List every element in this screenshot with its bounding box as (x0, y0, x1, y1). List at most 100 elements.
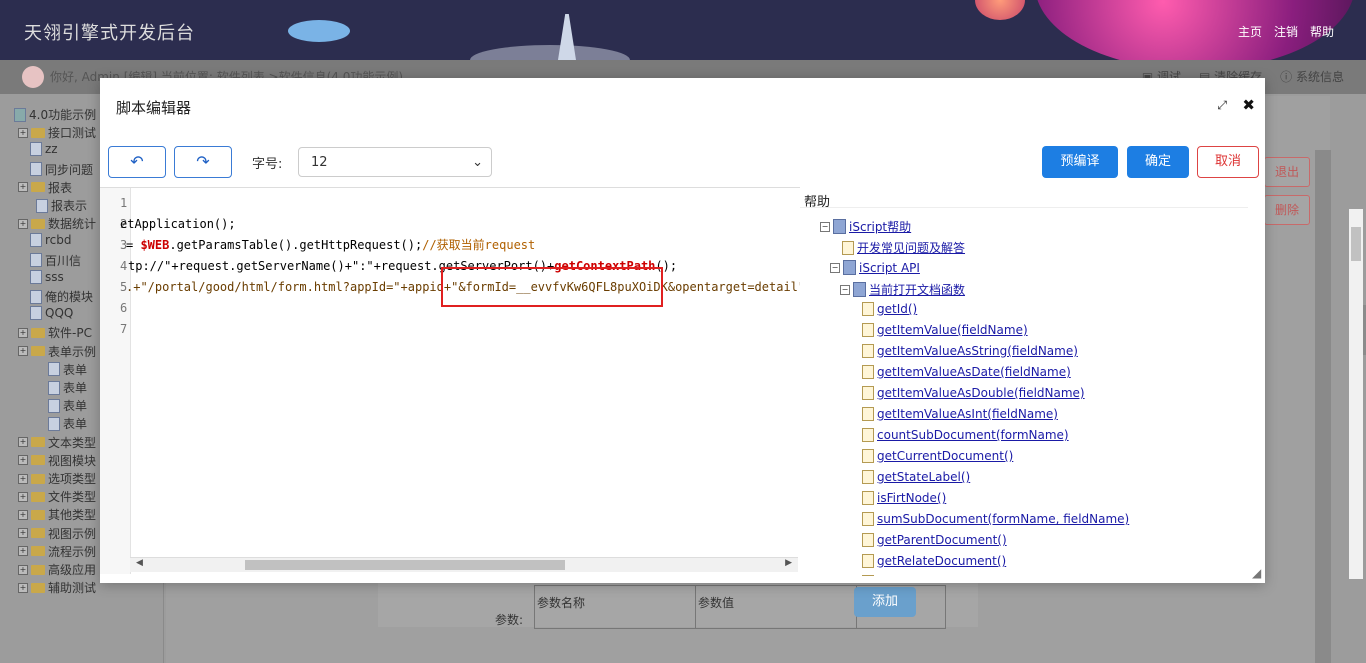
tree-item[interactable]: + 高级应用 (18, 561, 96, 578)
tree-item[interactable]: 百川信 (30, 252, 81, 269)
cancel-button[interactable]: 取消 (1197, 146, 1259, 178)
tree-item[interactable]: + 表单示例 (18, 343, 96, 360)
help-link[interactable]: 开发常见问题及解答 (857, 239, 965, 256)
help-link[interactable]: getId() (877, 302, 917, 316)
tree-item[interactable]: QQQ (30, 306, 73, 321)
help-item[interactable]: getId() (862, 302, 917, 316)
expand-icon[interactable]: + (18, 546, 28, 557)
collapse-icon[interactable]: − (830, 262, 840, 273)
help-item[interactable]: 开发常见问题及解答 (842, 239, 965, 256)
tree-item[interactable]: 表单 (48, 415, 87, 432)
tree-item[interactable]: rcbd (30, 233, 72, 248)
nav-logout[interactable]: 注销 (1274, 23, 1298, 40)
redo-button[interactable]: ↷ (174, 146, 232, 178)
tree-item[interactable]: + 软件-PC (18, 324, 92, 341)
system-info-button[interactable]: ⓘ 系统信息 (1280, 68, 1344, 85)
collapse-icon[interactable]: − (840, 284, 850, 295)
nav-home[interactable]: 主页 (1238, 23, 1262, 40)
font-size-select[interactable]: 12 ⌄ (298, 147, 492, 177)
add-param-button[interactable]: 添加 (854, 587, 916, 617)
tree-item[interactable]: 表单 (48, 379, 87, 396)
tree-item[interactable]: + 其他类型 (18, 506, 96, 523)
tree-item[interactable]: 报表示 (36, 197, 87, 214)
help-item[interactable]: getItemValue(fieldName) (862, 323, 1028, 337)
tree-item[interactable]: + 文件类型 (18, 488, 96, 505)
tree-item[interactable]: 俺的模块 (30, 288, 93, 305)
help-link[interactable]: sumSubDocument(formName, fieldName) (877, 512, 1129, 526)
expand-icon[interactable]: + (18, 582, 28, 593)
maximize-button[interactable]: ⤢ (1217, 98, 1227, 113)
scroll-left-icon[interactable]: ◀ (136, 558, 143, 568)
help-item[interactable]: isComplete() (862, 575, 954, 576)
tree-item[interactable]: + 数据统计 (18, 215, 96, 232)
delete-button[interactable]: 删除 (1264, 195, 1310, 225)
help-link[interactable]: getItemValueAsString(fieldName) (877, 344, 1078, 358)
help-item[interactable]: getStateLabel() (862, 470, 970, 484)
expand-icon[interactable]: + (18, 437, 28, 448)
nav-help[interactable]: 帮助 (1310, 23, 1334, 40)
help-item[interactable]: getItemValueAsDouble(fieldName) (862, 386, 1085, 400)
tree-item[interactable]: + 辅助测试 (18, 579, 96, 596)
help-item[interactable]: − iScript帮助 (820, 218, 911, 235)
expand-icon[interactable]: + (18, 509, 28, 520)
tree-item[interactable]: + 文本类型 (18, 434, 96, 451)
expand-icon[interactable]: + (18, 528, 28, 539)
help-link[interactable]: getRelateDocument() (877, 554, 1006, 568)
help-item[interactable]: getItemValueAsInt(fieldName) (862, 407, 1058, 421)
help-item[interactable]: − 当前打开文档函数 (840, 281, 965, 298)
scroll-thumb[interactable] (1351, 227, 1361, 261)
expand-icon[interactable]: + (18, 182, 28, 193)
help-link[interactable]: getParentDocument() (877, 533, 1007, 547)
help-tree[interactable]: − iScript帮助 开发常见问题及解答 − iScript API − 当前打开文档函数… (800, 207, 1248, 576)
expand-icon[interactable]: + (18, 218, 28, 229)
collapse-icon[interactable]: − (820, 221, 830, 232)
tree-item[interactable]: + 报表 (18, 179, 72, 196)
help-link[interactable]: countSubDocument(formName) (877, 428, 1069, 442)
scroll-right-icon[interactable]: ▶ (785, 558, 792, 568)
expand-icon[interactable]: + (18, 564, 28, 575)
undo-button[interactable]: ↶ (108, 146, 166, 178)
help-link[interactable]: getItemValueAsDouble(fieldName) (877, 386, 1085, 400)
help-link[interactable]: getItemValue(fieldName) (877, 323, 1028, 337)
help-vertical-scrollbar[interactable] (1349, 209, 1363, 579)
precompile-button[interactable]: 预编译 (1042, 146, 1118, 178)
close-button[interactable]: ✖ (1242, 96, 1255, 114)
help-item[interactable]: getParentDocument() (862, 533, 1007, 547)
background-scrollbar[interactable] (1315, 150, 1331, 663)
resize-grip-icon[interactable]: ◢ (1252, 566, 1261, 580)
tree-item[interactable]: zz (30, 142, 58, 157)
help-link[interactable]: getStateLabel() (877, 470, 970, 484)
help-link[interactable]: getItemValueAsInt(fieldName) (877, 407, 1058, 421)
help-link[interactable]: iScript API (859, 261, 920, 275)
help-link[interactable]: iScript帮助 (849, 218, 911, 235)
help-item[interactable]: isFirtNode() (862, 491, 946, 505)
help-item[interactable]: getRelateDocument() (862, 554, 1006, 568)
expand-icon[interactable]: + (18, 455, 28, 466)
expand-icon[interactable]: + (18, 327, 28, 338)
help-item[interactable]: getCurrentDocument() (862, 449, 1013, 463)
tree-item[interactable]: + 流程示例 (18, 543, 96, 560)
help-item[interactable]: − iScript API (830, 260, 920, 275)
tree-item[interactable]: 4.0功能示例 (14, 106, 96, 123)
help-item[interactable]: getItemValueAsDate(fieldName) (862, 365, 1071, 379)
tree-item[interactable]: + 视图示例 (18, 525, 96, 542)
tree-item[interactable]: + 视图模块 (18, 452, 96, 469)
help-link[interactable]: getCurrentDocument() (877, 449, 1013, 463)
ok-button[interactable]: 确定 (1127, 146, 1189, 178)
help-item[interactable]: sumSubDocument(formName, fieldName) (862, 512, 1129, 526)
tree-item[interactable]: 同步问题 (30, 161, 93, 178)
tree-item[interactable]: 表单 (48, 397, 87, 414)
help-item[interactable]: countSubDocument(formName) (862, 428, 1069, 442)
tree-item[interactable]: + 选项类型 (18, 470, 96, 487)
tree-item[interactable]: sss (30, 269, 64, 284)
expand-icon[interactable]: + (18, 346, 28, 357)
help-link[interactable]: isComplete() (877, 575, 954, 576)
help-link[interactable]: isFirtNode() (877, 491, 946, 505)
help-item[interactable]: getItemValueAsString(fieldName) (862, 344, 1078, 358)
exit-button[interactable]: 退出 (1264, 157, 1310, 187)
expand-icon[interactable]: + (18, 473, 28, 484)
scroll-thumb[interactable] (245, 560, 565, 570)
code-content[interactable]: etApplication(); = $WEB.getParamsTable()… (120, 188, 800, 558)
help-link[interactable]: getItemValueAsDate(fieldName) (877, 365, 1071, 379)
expand-icon[interactable]: + (18, 127, 28, 138)
